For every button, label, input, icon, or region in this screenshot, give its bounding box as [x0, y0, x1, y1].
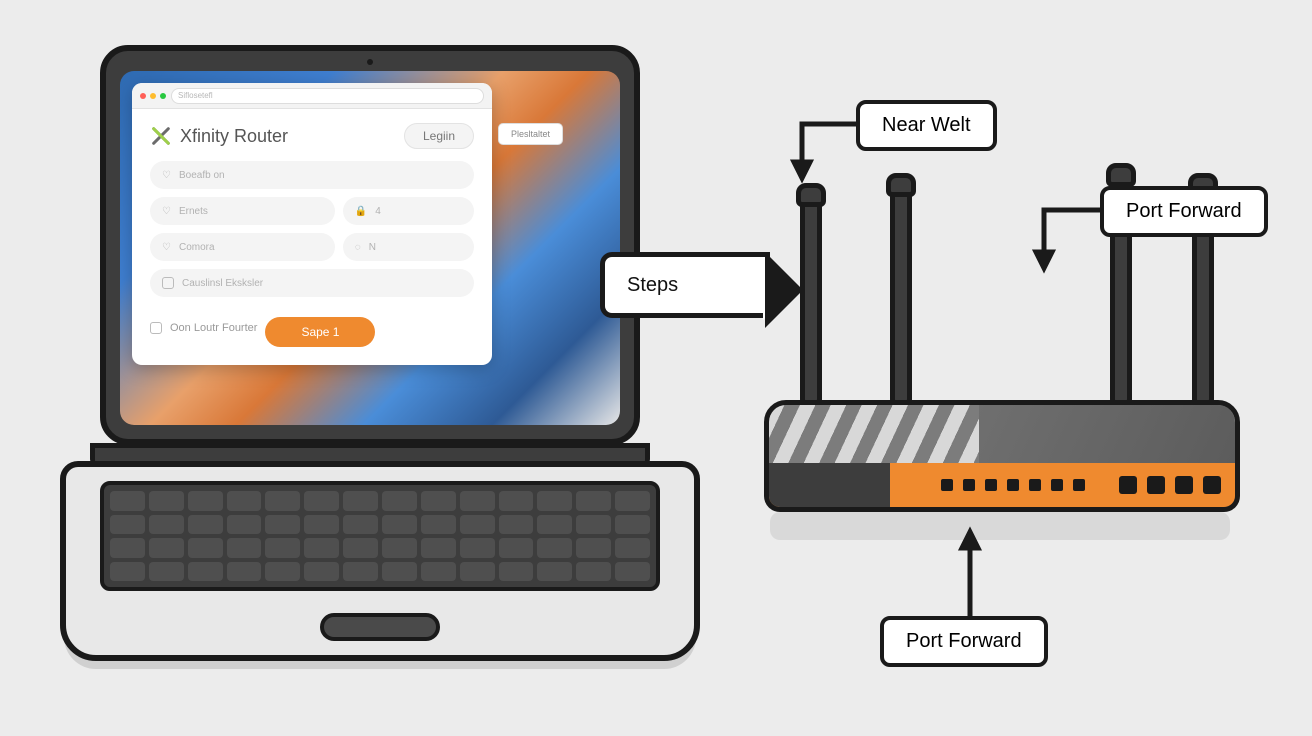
laptop-deck — [60, 461, 700, 661]
camera-dot — [367, 59, 373, 65]
touchpad — [320, 613, 440, 641]
checkbox-icon — [162, 277, 174, 289]
maximize-icon[interactable] — [160, 93, 166, 99]
field-label: 4 — [375, 206, 381, 217]
antenna-1 — [800, 190, 822, 405]
extra-field[interactable]: Causlinsl Eksksler — [150, 269, 474, 297]
code-field[interactable]: 🔒 4 — [343, 197, 474, 225]
xfinity-logo-icon — [150, 125, 172, 147]
window-controls — [140, 93, 166, 99]
remember-label: Oon Loutr Fourter — [170, 322, 257, 334]
label-port-forward-bottom: Port Forward — [880, 616, 1048, 667]
dot-icon: ◌ — [355, 242, 361, 253]
router-top-surface — [769, 405, 1235, 467]
label-text: Near Welt — [882, 114, 971, 136]
field-label: Causlinsl Eksksler — [182, 278, 263, 289]
antenna-2 — [890, 180, 912, 405]
address-bar[interactable]: Siflosetefl — [171, 88, 484, 104]
connector-near-welt — [770, 100, 880, 200]
router-front-band — [769, 463, 1235, 507]
login-button[interactable]: Legiin — [404, 123, 474, 149]
lock-icon: 🔒 — [355, 206, 367, 217]
label-text: Port Forward — [1126, 200, 1242, 222]
desktop-wallpaper: Siflosetefl Xfinity Router Legiin ♡ Boea… — [120, 71, 620, 425]
minimize-icon[interactable] — [150, 93, 156, 99]
label-text: Port Forward — [906, 630, 1022, 652]
remember-row[interactable]: Oon Loutr Fourter Sape 1 — [150, 309, 474, 347]
heart-icon: ♡ — [162, 206, 171, 217]
keyboard — [100, 481, 660, 591]
router-shadow — [770, 512, 1230, 540]
steps-label: Steps — [627, 274, 678, 297]
external-link-pill[interactable]: Plesltaltet — [498, 123, 563, 145]
checkbox-icon — [150, 322, 162, 334]
email-field[interactable]: ♡ Ernets — [150, 197, 335, 225]
login-panel: Xfinity Router Legiin ♡ Boeafb on ♡ Erne… — [132, 109, 492, 365]
primary-button-label: Sape 1 — [301, 325, 339, 339]
browser-window: Siflosetefl Xfinity Router Legiin ♡ Boea… — [132, 83, 492, 365]
field-label: Comora — [179, 242, 215, 253]
heart-icon: ♡ — [162, 170, 171, 181]
connector-port-forward-bottom — [940, 520, 1000, 620]
n-field[interactable]: ◌ N — [343, 233, 474, 261]
field-label: Boeafb on — [179, 170, 225, 181]
laptop-illustration: Siflosetefl Xfinity Router Legiin ♡ Boea… — [60, 45, 680, 661]
close-icon[interactable] — [140, 93, 146, 99]
label-port-forward-top: Port Forward — [1100, 186, 1268, 237]
address-bar-text: Siflosetefl — [178, 91, 213, 100]
connector-port-forward-top — [1000, 180, 1120, 290]
comora-field[interactable]: ♡ Comora — [150, 233, 335, 261]
heart-icon: ♡ — [162, 242, 171, 253]
login-title: Xfinity Router — [180, 126, 396, 147]
router-body — [764, 400, 1240, 512]
external-link-label: Plesltaltet — [511, 129, 550, 139]
field-label: Ernets — [179, 206, 208, 217]
laptop-screen-frame: Siflosetefl Xfinity Router Legiin ♡ Boea… — [100, 45, 640, 445]
login-button-label: Legiin — [423, 129, 455, 143]
browser-url-bar: Siflosetefl — [132, 83, 492, 109]
username-field[interactable]: ♡ Boeafb on — [150, 161, 474, 189]
field-label: N — [369, 242, 376, 253]
primary-button[interactable]: Sape 1 — [265, 317, 375, 347]
